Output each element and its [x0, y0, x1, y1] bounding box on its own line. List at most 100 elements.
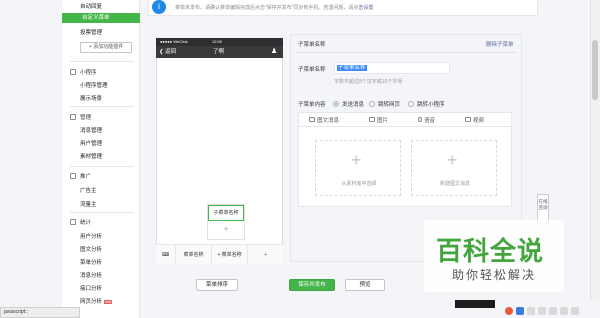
- microphone-icon: [418, 117, 423, 122]
- divider: [70, 212, 134, 213]
- tab-article[interactable]: 图文消息: [309, 116, 339, 124]
- radio-dot: [369, 101, 375, 107]
- phone-status-bar: ●●●●● WeChat 12:00: [156, 38, 283, 46]
- radio-jump-miniprogram[interactable]: 跳转小程序: [408, 100, 445, 108]
- sidebar-item-advertiser[interactable]: 广告主: [80, 186, 97, 194]
- pick-caption: 新建图文消息: [439, 181, 470, 187]
- sidebar-item-vote[interactable]: 投票管理: [80, 28, 102, 36]
- sidebar-section-miniprogram: 小程序: [70, 68, 97, 76]
- menu-sort-button[interactable]: 菜单排序: [196, 279, 238, 291]
- notice-text: 菜单未发布，请确认菜单编辑完成后点击“保存并发布”同步到手机。若遇问题，请点击设…: [175, 4, 373, 11]
- radio-dot: [408, 101, 414, 107]
- keyboard-tray-icon[interactable]: [549, 306, 557, 315]
- sidebar-section-stats: 统计: [70, 218, 91, 226]
- sidebar-item-web-analysis[interactable]: 网页分析 new: [80, 297, 113, 305]
- divider: [70, 61, 134, 62]
- promote-icon: [70, 173, 76, 179]
- sidebar-section-title: 小程序: [80, 70, 97, 76]
- sidebar-item-label: 网页分析: [80, 299, 103, 305]
- add-menu-button[interactable]: +: [248, 245, 283, 264]
- watermark-title: 百科全说: [436, 236, 545, 266]
- stats-icon: [70, 219, 76, 225]
- sidebar-item-user-analysis[interactable]: 用户分析: [80, 232, 102, 240]
- sidebar-item-article-analysis[interactable]: 图文分析: [80, 245, 102, 253]
- sidebar-item-user-manage[interactable]: 用户管理: [80, 139, 102, 147]
- clock-text: 12:00: [212, 39, 223, 44]
- watermark-subtitle: 助你轻松解决: [452, 268, 537, 282]
- sidebar-section-title: 统计: [80, 220, 92, 226]
- sidebar-section-promote: 推广: [70, 172, 91, 180]
- back-label[interactable]: 返回: [165, 46, 176, 58]
- sidebar-item-custom-menu[interactable]: 自定义菜单: [62, 13, 140, 23]
- menu-cell[interactable]: 菜单名称: [176, 245, 212, 264]
- add-submenu-button[interactable]: +: [208, 223, 244, 237]
- message-type-tabs: 图文消息 图片 语音 视频: [298, 112, 512, 127]
- sogou-icon[interactable]: [505, 306, 513, 315]
- plus-icon: +: [351, 150, 362, 170]
- scrollbar-thumb[interactable]: [592, 40, 598, 100]
- pick-caption: 从素材库中选择: [341, 181, 377, 187]
- content-label: 子菜单内容: [298, 102, 326, 108]
- sidebar-item-miniprogram-manage[interactable]: 小程序管理: [80, 81, 108, 89]
- radio-label: 发送消息: [342, 102, 365, 108]
- sidebar-item-message-manage[interactable]: 消息管理: [80, 126, 102, 134]
- save-publish-button[interactable]: 保存并发布: [289, 279, 335, 291]
- back-icon[interactable]: ❮: [159, 46, 164, 58]
- radio-label: 跳转网页: [378, 102, 401, 108]
- keyboard-icon[interactable]: ⌨: [156, 245, 176, 265]
- page-root: 自动回复 自定义菜单 投票管理 + 添加功能插件 小程序 小程序管理 展示场景 …: [0, 0, 600, 318]
- radio-send-message[interactable]: 发送消息: [333, 100, 364, 108]
- tab-voice[interactable]: 语音: [418, 116, 435, 124]
- link-icon: [70, 69, 76, 75]
- editor-header: 子菜单名称: [298, 42, 326, 48]
- video-icon: [465, 117, 472, 122]
- folder-icon: [70, 114, 76, 120]
- sidebar-item-menu-analysis[interactable]: 菜单分析: [80, 258, 102, 266]
- pick-from-library[interactable]: + 从素材库中选择: [315, 140, 401, 196]
- ime-icon[interactable]: [516, 306, 524, 315]
- submenu-name-input[interactable]: 子菜单名称: [334, 62, 450, 74]
- name-label: 子菜单名称: [298, 67, 326, 73]
- submenu-item-selected[interactable]: 子菜单名称: [208, 205, 244, 221]
- delete-submenu-link[interactable]: 删除子菜单: [486, 40, 514, 48]
- carrier-text: ●●●●● WeChat: [160, 39, 188, 44]
- user-icon[interactable]: ♟: [271, 46, 277, 58]
- moon-icon[interactable]: [527, 306, 535, 315]
- add-plugin-button[interactable]: + 添加功能插件: [80, 42, 132, 53]
- notice-message: 菜单未发布，请确认菜单编辑完成后点击“保存并发布”同步到手机。若遇问题，请点: [175, 5, 359, 11]
- sidebar-item-auto-reply[interactable]: 自动回复: [80, 2, 102, 10]
- sidebar-item-display-scene[interactable]: 展示场景: [80, 94, 102, 102]
- divider: [70, 166, 134, 167]
- sidebar-item-material-manage[interactable]: 素材管理: [80, 152, 102, 160]
- browser-status-bar: javascript:;: [0, 307, 80, 318]
- phone-menu-bar: ⌨ 菜单名称 + 菜单名称 +: [156, 244, 283, 265]
- tab-content: + 从素材库中选择 + 新建图文消息: [298, 127, 512, 207]
- image-icon: [369, 117, 376, 122]
- phone-title: 了啊: [213, 49, 225, 55]
- new-article[interactable]: + 新建图文消息: [411, 140, 497, 196]
- radio-dot: [333, 101, 339, 107]
- mic-icon[interactable]: [538, 306, 546, 315]
- info-icon: i: [152, 0, 166, 14]
- preview-button[interactable]: 预览: [345, 279, 385, 291]
- tab-label: 图片: [377, 117, 389, 124]
- new-badge: new: [104, 299, 113, 304]
- menu-cell[interactable]: + 菜单名称: [212, 245, 248, 264]
- sidebar-section-title: 管理: [80, 115, 92, 121]
- divider: [70, 106, 134, 107]
- media-controls[interactable]: [455, 300, 495, 308]
- name-hint: 字数不超过8个汉字或16个字母: [334, 79, 403, 85]
- divider: [296, 52, 516, 53]
- grid-icon[interactable]: [571, 306, 579, 315]
- sidebar-item-message-analysis[interactable]: 消息分析: [80, 271, 102, 279]
- sidebar-item-api-analysis[interactable]: 接口分析: [80, 284, 102, 292]
- notice-link[interactable]: 击设置: [358, 5, 373, 11]
- radio-jump-web[interactable]: 跳转网页: [369, 100, 400, 108]
- tab-video[interactable]: 视频: [465, 116, 484, 124]
- sidebar-item-traffic-owner[interactable]: 流量主: [80, 200, 97, 208]
- tab-image[interactable]: 图片: [369, 116, 388, 124]
- tab-label: 图文消息: [317, 117, 340, 124]
- sidebar: 自动回复 自定义菜单 投票管理 + 添加功能插件 小程序 小程序管理 展示场景 …: [62, 0, 140, 318]
- shirt-icon[interactable]: [560, 306, 568, 315]
- tab-label: 语音: [424, 117, 436, 124]
